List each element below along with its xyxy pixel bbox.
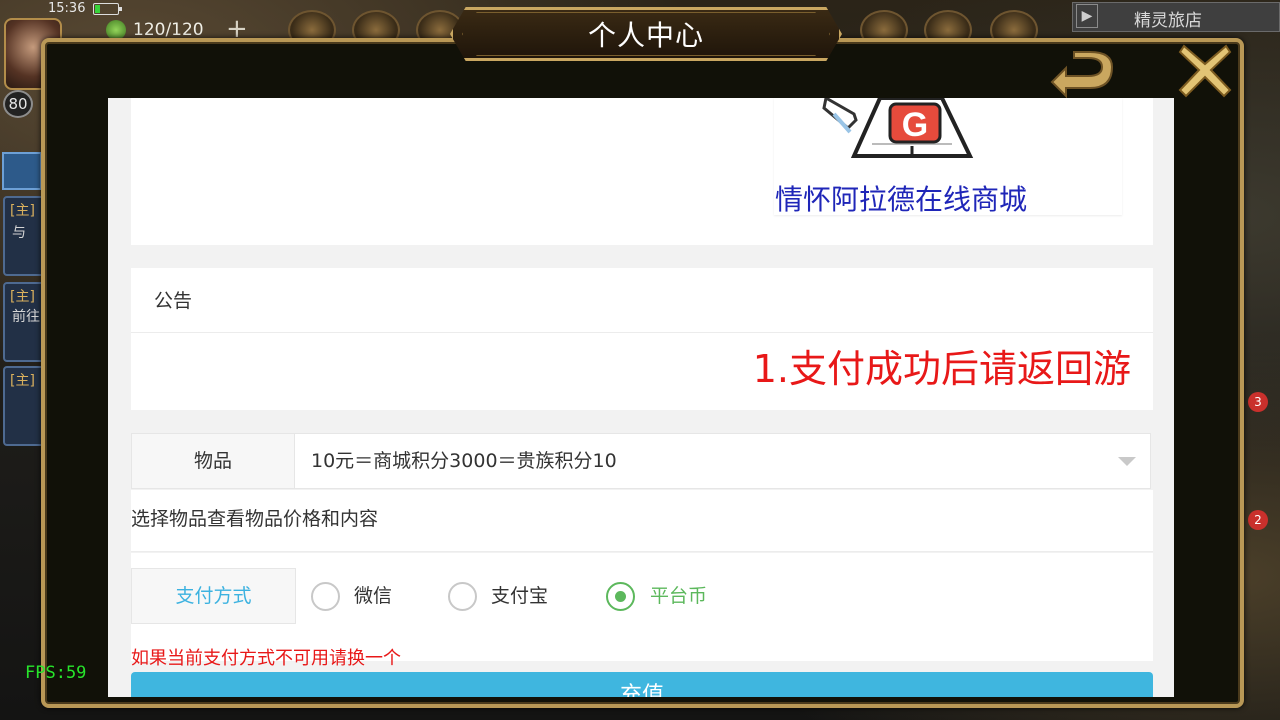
divider	[131, 332, 1153, 333]
mall-webview[interactable]: G 情怀阿拉德在线商城 公告 1.支付成功后请返回游 物品 10元＝商城积分30…	[108, 98, 1174, 697]
notification-badge: 2	[1248, 510, 1268, 530]
radio-label-wechat[interactable]: 微信	[354, 582, 392, 611]
left-tab-button[interactable]	[2, 152, 42, 190]
banner-card: G 情怀阿拉德在线商城	[131, 98, 1153, 245]
battery-icon	[93, 3, 122, 15]
item-hint-row: 选择物品查看物品价格和内容	[131, 490, 1153, 552]
submit-button[interactable]: 充值	[131, 672, 1153, 697]
notice-title: 公告	[154, 290, 193, 312]
energy-counter: 120/120	[133, 20, 204, 40]
radio-wechat[interactable]	[311, 582, 340, 611]
energy-leaf-icon	[106, 20, 126, 40]
expand-arrow-icon[interactable]: ▶	[1076, 4, 1098, 28]
quest-tag: [主]	[10, 203, 35, 219]
item-select[interactable]: 物品 10元＝商城积分3000＝贵族积分10	[131, 433, 1151, 489]
status-clock: 15:36	[48, 1, 86, 16]
quest-tag: [主]	[10, 289, 35, 305]
close-x-icon[interactable]	[1178, 42, 1232, 98]
back-arrow-icon[interactable]	[1044, 50, 1118, 99]
payment-warning: 如果当前支付方式不可用请换一个	[131, 648, 401, 669]
radio-platform-coin[interactable]	[606, 582, 635, 611]
modal-title: 个人中心	[587, 19, 704, 52]
chevron-down-icon[interactable]	[1118, 457, 1136, 466]
radio-label-alipay[interactable]: 支付宝	[491, 582, 548, 611]
notification-badge: 3	[1248, 392, 1268, 412]
quest-text: 前往	[12, 309, 40, 325]
fps-counter: FPS:59	[25, 663, 87, 683]
payment-method-row: 支付方式 微信 支付宝 平台币 如果当前支付方式不可用请换一个	[131, 553, 1153, 669]
item-hint: 选择物品查看物品价格和内容	[131, 508, 379, 530]
quest-text: 与	[12, 225, 26, 241]
shop-label[interactable]: 精灵旅店	[1134, 6, 1202, 31]
item-select-value[interactable]: 10元＝商城积分3000＝贵族积分10	[311, 434, 617, 488]
mall-name: 情怀阿拉德在线商城	[775, 183, 1028, 216]
item-label: 物品	[132, 434, 295, 488]
quest-tag: [主]	[10, 373, 35, 389]
radio-label-platform-coin[interactable]: 平台币	[650, 582, 707, 611]
level-badge: 80	[3, 90, 33, 118]
logo-letter: G	[902, 106, 928, 144]
payment-method-label: 支付方式	[131, 568, 296, 624]
radio-alipay[interactable]	[448, 582, 477, 611]
notice-card: 公告 1.支付成功后请返回游	[131, 268, 1153, 410]
notice-marquee: 1.支付成功后请返回游	[752, 347, 1131, 391]
